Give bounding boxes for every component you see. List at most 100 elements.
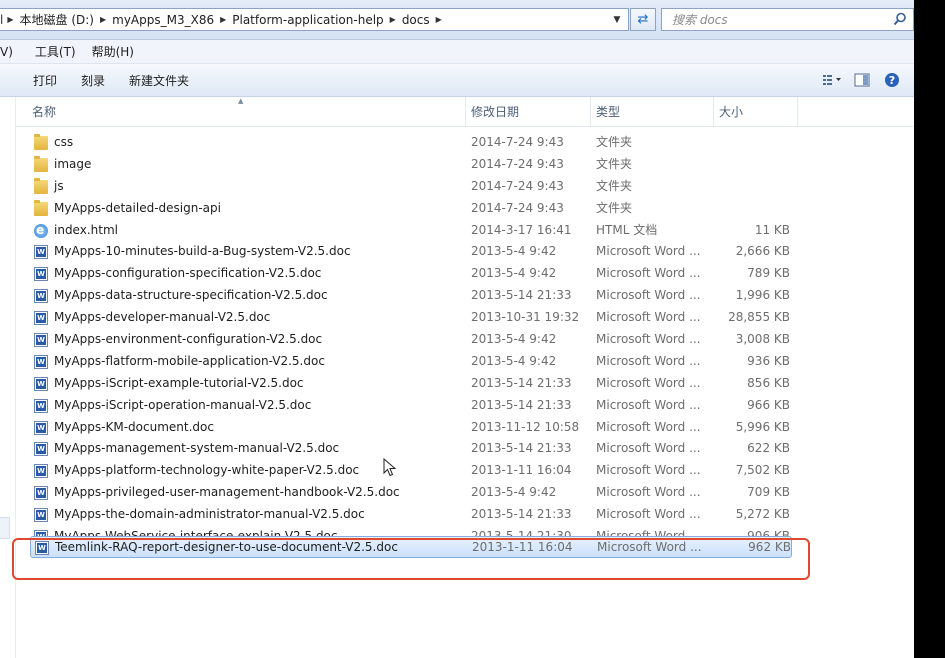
file-modified-date: 2013-5-4 9:42 (471, 332, 557, 347)
address-bar: l ▶ 本地磁盘 (D:) ▶ myApps_M3_X86 ▶ Platform… (0, 0, 914, 40)
file-row[interactable]: MyApps-flatform-mobile-application-V2.5.… (16, 351, 914, 373)
html-file-icon (34, 220, 48, 241)
file-size: 936 KB (747, 353, 790, 368)
file-size: 962 KB (748, 540, 791, 555)
file-type: Microsoft Word ... (596, 463, 701, 478)
file-name: MyApps-detailed-design-api (54, 200, 221, 215)
file-name: MyApps-the-domain-administrator-manual-V… (54, 507, 365, 522)
file-name: MyApps-privileged-user-management-handbo… (54, 485, 400, 500)
file-name: MyApps-WebService-interface-explain-V2.5… (54, 529, 338, 537)
file-name: css (54, 135, 74, 149)
file-name: MyApps-developer-manual-V2.5.doc (54, 310, 271, 325)
file-row-selected[interactable]: Teemlink-RAQ-report-designer-to-use-docu… (30, 536, 792, 558)
file-name: index.html (54, 222, 118, 237)
file-row[interactable]: MyApps-privileged-user-management-handbo… (16, 482, 914, 504)
file-row[interactable]: MyApps-environment-configuration-V2.5.do… (16, 329, 914, 351)
menu-tools[interactable]: 工具(T) (27, 43, 84, 60)
file-type: 文件夹 (596, 135, 633, 149)
file-row[interactable]: MyApps-iScript-example-tutorial-V2.5.doc… (16, 373, 914, 395)
file-modified-date: 2013-5-14 21:33 (471, 375, 572, 390)
file-row[interactable]: MyApps-management-system-manual-V2.5.doc… (16, 438, 914, 460)
breadcrumb-separator-icon[interactable]: ▶ (434, 15, 444, 24)
refresh-button[interactable]: ⇄ (630, 8, 656, 31)
file-row[interactable]: css 2014-7-24 9:43 文件夹 (16, 132, 914, 154)
word-doc-icon (34, 376, 48, 391)
word-doc-icon (34, 333, 48, 348)
print-button[interactable]: 打印 (0, 72, 69, 89)
file-type: Microsoft Word ... (596, 507, 701, 522)
column-header-size[interactable]: 大小 (714, 97, 798, 127)
file-modified-date: 2013-1-11 16:04 (472, 540, 573, 555)
breadcrumb-myapps[interactable]: myApps_M3_X86 (108, 13, 218, 27)
file-type: Microsoft Word ... (596, 441, 701, 456)
folder-icon (34, 134, 48, 150)
word-doc-icon (34, 354, 48, 369)
address-field[interactable]: l ▶ 本地磁盘 (D:) ▶ myApps_M3_X86 ▶ Platform… (0, 8, 629, 31)
breadcrumb-platform-help[interactable]: Platform-application-help (228, 13, 387, 27)
column-header-type[interactable]: 类型 (591, 97, 714, 127)
menu-help[interactable]: 帮助(H) (84, 43, 142, 60)
file-row[interactable]: js 2014-7-24 9:43 文件夹 (16, 176, 914, 198)
menu-view-partial[interactable]: V) (0, 45, 27, 59)
file-name: MyApps-configuration-specification-V2.5.… (54, 266, 322, 281)
file-type: Microsoft Word ... (596, 244, 701, 259)
file-size: 709 KB (747, 485, 790, 500)
file-size: 622 KB (747, 441, 790, 456)
file-name: image (54, 156, 92, 171)
breadcrumb-separator-icon[interactable]: ▶ (218, 15, 228, 24)
word-doc-icon (34, 398, 48, 413)
file-modified-date: 2013-5-14 21:33 (471, 441, 572, 456)
view-controls: ? (822, 70, 902, 90)
file-name: MyApps-flatform-mobile-application-V2.5.… (54, 353, 325, 368)
file-type: Microsoft Word ... (596, 332, 701, 347)
column-header-name[interactable]: 名称 ▲ (16, 97, 466, 127)
breadcrumb-docs[interactable]: docs (398, 13, 434, 27)
word-doc-icon (34, 508, 48, 523)
file-row[interactable]: MyApps-WebService-interface-explain-V2.5… (16, 526, 914, 537)
file-name: MyApps-iScript-operation-manual-V2.5.doc (54, 397, 312, 412)
file-type: 文件夹 (596, 156, 633, 171)
breadcrumb-separator-icon[interactable]: ▶ (388, 15, 398, 24)
search-icon[interactable] (893, 12, 907, 26)
address-history-dropdown-icon[interactable]: ▼ (606, 8, 628, 31)
file-modified-date: 2013-5-14 21:30 (471, 529, 572, 537)
search-box[interactable] (661, 8, 914, 31)
file-modified-date: 2013-5-14 21:33 (471, 507, 572, 522)
breadcrumb-separator-icon[interactable]: ▶ (98, 15, 108, 24)
file-row[interactable]: MyApps-iScript-operation-manual-V2.5.doc… (16, 395, 914, 417)
search-input[interactable] (672, 12, 872, 27)
file-type: Microsoft Word ... (596, 485, 701, 500)
word-doc-icon (34, 420, 48, 435)
file-modified-date: 2013-5-4 9:42 (471, 244, 557, 259)
breadcrumb-separator-icon[interactable]: ▶ (5, 15, 15, 24)
file-row[interactable]: MyApps-KM-document.doc 2013-11-12 10:58 Mi… (16, 417, 914, 439)
file-row[interactable]: MyApps-detailed-design-api 2014-7-24 9:43… (16, 198, 914, 220)
file-name: MyApps-environment-configuration-V2.5.do… (54, 332, 323, 347)
burn-button[interactable]: 刻录 (69, 72, 117, 89)
file-row[interactable]: MyApps-the-domain-administrator-manual-V… (16, 504, 914, 526)
file-row[interactable]: index.html 2014-3-17 16:41 HTML 文档 11 KB (16, 220, 914, 241)
column-header-date[interactable]: 修改日期 (466, 97, 591, 127)
preview-pane-icon[interactable] (852, 70, 872, 90)
navigation-pane[interactable] (0, 97, 16, 658)
new-folder-button[interactable]: 新建文件夹 (117, 72, 201, 89)
file-row[interactable]: MyApps-developer-manual-V2.5.doc 2013-10-… (16, 307, 914, 329)
file-row[interactable]: MyApps-data-structure-specification-V2.5… (16, 285, 914, 307)
file-row[interactable]: MyApps-configuration-specification-V2.5.… (16, 263, 914, 285)
breadcrumb-local-disk[interactable]: 本地磁盘 (D:) (16, 11, 98, 28)
file-row[interactable]: image 2014-7-24 9:43 文件夹 (16, 154, 914, 176)
file-type: Microsoft Word ... (596, 397, 701, 412)
file-modified-date: 2014-7-24 9:43 (471, 200, 564, 215)
file-name: MyApps-iScript-example-tutorial-V2.5.doc (54, 375, 304, 390)
file-modified-date: 2013-5-4 9:42 (471, 353, 557, 368)
column-name-label: 名称 (32, 105, 57, 119)
file-name: MyApps-management-system-manual-V2.5.doc (54, 441, 340, 456)
file-type: Microsoft Word ... (596, 288, 701, 303)
word-doc-icon (34, 311, 48, 326)
help-icon[interactable]: ? (882, 70, 902, 90)
file-type: Microsoft Word ... (596, 310, 701, 325)
file-modified-date: 2014-7-24 9:43 (471, 156, 564, 171)
change-view-icon[interactable] (822, 70, 842, 90)
file-row[interactable]: MyApps-10-minutes-build-a-Bug-system-V2.… (16, 241, 914, 263)
file-row[interactable]: MyApps-platform-technology-white-paper-V… (16, 460, 914, 482)
